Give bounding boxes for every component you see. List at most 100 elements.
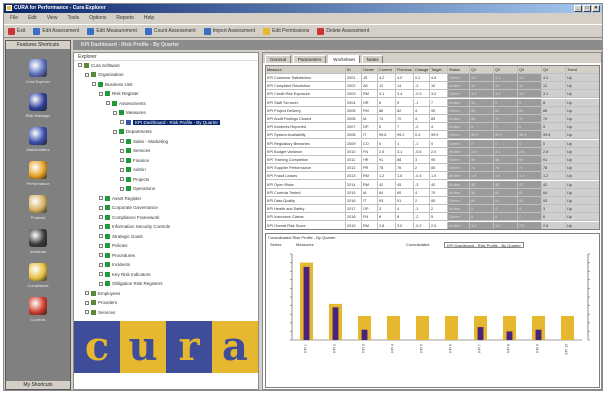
- tree-node[interactable]: Incidents: [99, 262, 130, 268]
- tree-node[interactable]: Corporate Governance: [99, 205, 158, 211]
- expand-toggle-icon[interactable]: [85, 72, 89, 77]
- expand-toggle-icon[interactable]: [113, 110, 117, 115]
- table-row[interactable]: KPI Fraud Losses 2013 RM 1.2 1.6 -0.4 1.0 Amber…: [266, 172, 599, 181]
- shortcut-performance[interactable]: Performance: [6, 161, 70, 186]
- table-row[interactable]: KPI Project Delivery 2005 PM 86 82 4 90 Green 80…: [266, 106, 599, 115]
- table-row[interactable]: KPI System Availability 2008 IT 99.6 99.2 0.4…: [266, 131, 599, 140]
- table-row[interactable]: KPI Regulatory Breaches 2009 CO 0 1 -1 0 Green 2…: [266, 139, 599, 148]
- tree-node[interactable]: Projects: [120, 176, 149, 182]
- table-row[interactable]: KPI Complaint Resolution 2002 AK 12 14 -2 10 Am…: [266, 82, 599, 91]
- tree-node[interactable]: Services: [85, 309, 115, 315]
- table-row[interactable]: KPI Controls Tested 2015 IA 64 60 4 70 Amber 55 6…: [266, 188, 599, 197]
- expand-toggle-icon[interactable]: [113, 129, 117, 134]
- table-row[interactable]: KPI Staff Turnover 2004 HR 8 9 -1 7 Amber 10 9 9 8 U…: [266, 98, 599, 107]
- expand-toggle-icon[interactable]: [99, 91, 103, 96]
- column-header[interactable]: Q3: [518, 66, 542, 74]
- shortcut-bar-header[interactable]: Features Shortcuts: [6, 41, 70, 50]
- toolbar-button-exit[interactable]: Exit: [8, 27, 25, 35]
- toolbar-button-import-assessment[interactable]: Import Assessment: [203, 27, 255, 35]
- expand-toggle-icon[interactable]: [99, 243, 103, 248]
- tree-node[interactable]: Compliance Framework: [99, 214, 160, 220]
- tree-node[interactable]: Assessments: [106, 100, 146, 106]
- table-row[interactable]: KPI Credit Risk Exposure 2003 RM 3.1 3.4 -0.3…: [266, 90, 599, 99]
- expand-toggle-icon[interactable]: [120, 177, 124, 181]
- tree-node[interactable]: Key Risk Indicators: [99, 271, 151, 277]
- expand-toggle-icon[interactable]: [99, 281, 103, 286]
- maximize-button[interactable]: □: [583, 5, 591, 12]
- table-row[interactable]: KPI Insurance Claims 2018 FN 6 8 -2 5 Green 9 8 7 6…: [266, 213, 599, 222]
- column-header[interactable]: Change: [414, 66, 430, 74]
- tree-node[interactable]: Policies: [99, 243, 128, 249]
- table-row[interactable]: KPI Health and Safety 2017 OP 3 4 -1 2 Amber 5 4 4…: [266, 205, 599, 214]
- shortcut-risk-manager[interactable]: Risk Manager: [6, 93, 70, 118]
- expand-toggle-icon[interactable]: [99, 205, 103, 210]
- table-row[interactable]: KPI Supplier Performance 2012 PR 78 76 2 80 Gre…: [266, 164, 599, 173]
- shortcut-compliance[interactable]: Compliance: [6, 263, 70, 288]
- tree-node[interactable]: Risk Register: [99, 91, 139, 97]
- toolbar-button-count-assessment[interactable]: Count Assessment: [144, 27, 196, 35]
- tab-notes[interactable]: Notes: [361, 55, 384, 63]
- table-row[interactable]: KPI Audit Findings Closed 2006 IA 74 70 4 85 Am…: [266, 115, 599, 123]
- tab-worksheet[interactable]: Worksheet: [328, 55, 360, 63]
- expand-toggle-icon[interactable]: [99, 262, 103, 267]
- column-header[interactable]: ID: [346, 66, 362, 74]
- tree-node[interactable]: Strategic Goals: [99, 233, 143, 239]
- expand-toggle-icon[interactable]: [99, 224, 103, 229]
- column-header[interactable]: Current: [378, 66, 396, 74]
- expand-toggle-icon[interactable]: [92, 82, 96, 86]
- column-header[interactable]: Target: [430, 66, 448, 74]
- tree-node[interactable]: Sales - Marketing: [120, 138, 168, 144]
- expand-toggle-icon[interactable]: [99, 196, 103, 200]
- tree-node[interactable]: Admin: [120, 167, 146, 173]
- toolbar-button-delete-assessment[interactable]: Delete Assessment: [317, 27, 369, 35]
- tree-node[interactable]: Operations: [120, 186, 155, 192]
- shortcut-projects[interactable]: Projects: [6, 195, 70, 220]
- expand-toggle-icon[interactable]: [120, 158, 124, 162]
- tree-node[interactable]: Employees: [85, 290, 120, 296]
- table-row[interactable]: KPI Training Completion 2011 HR 91 88 3 95 Gree…: [266, 156, 599, 164]
- tree-node[interactable]: Services: [120, 148, 150, 154]
- expand-toggle-icon[interactable]: [120, 167, 124, 172]
- minimize-button[interactable]: _: [574, 5, 582, 12]
- table-row[interactable]: KPI Budget Variance 2010 FN 2.5 3.1 -0.6 2.0 Am…: [266, 147, 599, 156]
- menu-item-options[interactable]: Options: [89, 14, 106, 23]
- column-header[interactable]: Q2: [494, 66, 518, 74]
- column-header[interactable]: Owner: [362, 66, 378, 74]
- chart-selector[interactable]: KPI Dashboard - Risk Profile - By Quarte…: [444, 242, 524, 248]
- expand-toggle-icon[interactable]: [78, 63, 82, 67]
- expand-toggle-icon[interactable]: [99, 234, 103, 238]
- column-header[interactable]: Measure: [266, 66, 346, 74]
- tree-node[interactable]: Providers: [85, 300, 117, 306]
- expand-toggle-icon[interactable]: [85, 300, 89, 305]
- column-header[interactable]: Q1: [470, 66, 494, 74]
- tree-node[interactable]: Departments: [113, 129, 152, 135]
- column-header[interactable]: Trend: [566, 66, 599, 74]
- tab-parameters[interactable]: Parameters: [293, 55, 327, 63]
- tree-node[interactable]: KPI Dashboard - Risk Profile - By Quarte…: [120, 119, 221, 125]
- expand-toggle-icon[interactable]: [99, 253, 103, 257]
- toolbar-button-edit-permissions[interactable]: Edit Permissions: [263, 27, 309, 35]
- shortcut-cura-explorer[interactable]: Cura Explorer: [6, 59, 70, 84]
- tree-node[interactable]: Finance: [120, 157, 149, 163]
- table-row[interactable]: KPI Customer Satisfaction 2001 JS 4.2 4.0 0.2…: [266, 74, 599, 82]
- menu-item-file[interactable]: File: [10, 14, 18, 23]
- menu-item-edit[interactable]: Edit: [28, 14, 37, 23]
- shortcut-incidents[interactable]: Incidents: [6, 229, 70, 254]
- shortcut-controls[interactable]: Controls: [6, 297, 70, 322]
- close-button[interactable]: ×: [592, 5, 600, 12]
- menu-item-reports[interactable]: Reports: [116, 14, 134, 23]
- tree-node[interactable]: Information Security Controls: [99, 224, 170, 230]
- tree-node[interactable]: Cura Software: [78, 62, 120, 68]
- table-row[interactable]: KPI Incidents Reported 2007 OP 5 7 -2 4 Amber 8 7…: [266, 123, 599, 132]
- menu-item-tools[interactable]: Tools: [67, 14, 79, 23]
- shortcut-bar-footer[interactable]: My Shortcuts: [6, 380, 70, 389]
- tab-general[interactable]: General: [265, 55, 292, 63]
- expand-toggle-icon[interactable]: [85, 291, 89, 295]
- toolbar-button-edit-measurement[interactable]: Edit Measurement: [87, 27, 137, 35]
- expand-toggle-icon[interactable]: [106, 101, 110, 105]
- column-header[interactable]: Status: [448, 66, 470, 74]
- expand-toggle-icon[interactable]: [120, 148, 124, 153]
- column-header[interactable]: Q4: [542, 66, 566, 74]
- toolbar-button-edit-assessment[interactable]: Edit Assessment: [33, 27, 79, 35]
- menu-item-help[interactable]: Help: [144, 14, 154, 23]
